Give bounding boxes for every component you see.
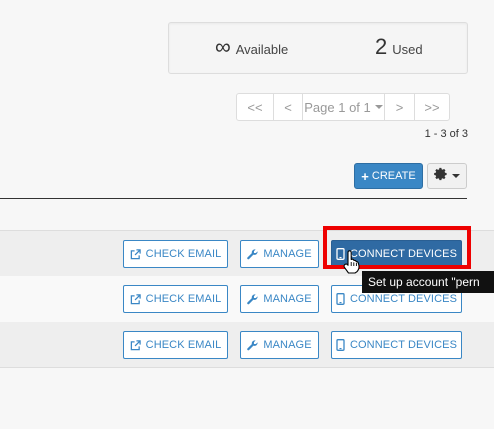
manage-label: MANAGE (263, 339, 312, 351)
create-button-label: CREATE (371, 170, 416, 182)
check-email-label: CHECK EMAIL (145, 248, 222, 260)
used-stat: 2 Used (375, 36, 423, 58)
manage-button[interactable]: MANAGE (240, 285, 319, 313)
page-select-label: Page 1 of 1 (304, 99, 371, 115)
wrench-icon (247, 339, 258, 351)
check-email-label: CHECK EMAIL (145, 293, 222, 305)
gear-icon (434, 167, 448, 186)
hand-cursor-icon (342, 250, 364, 274)
table-row: CHECK EMAIL MANAGE CONNECT DEVICES (0, 230, 494, 276)
page-select[interactable]: Page 1 of 1 (302, 93, 385, 121)
chevron-down-icon (452, 174, 460, 178)
connect-devices-label: CONNECT DEVICES (349, 293, 458, 305)
next-page-button[interactable]: > (384, 93, 415, 121)
table-row: CHECK EMAIL MANAGE CONNECT DEVICES (0, 322, 494, 368)
used-label: Used (392, 42, 423, 57)
wrench-icon (247, 248, 258, 260)
check-email-label: CHECK EMAIL (145, 339, 222, 351)
plus-icon: + (361, 168, 369, 184)
connect-devices-label: CONNECT DEVICES (349, 339, 458, 351)
settings-dropdown-button[interactable] (427, 163, 467, 189)
connect-devices-label: CONNECT DEVICES (349, 248, 458, 260)
tooltip: Set up account "pern (362, 271, 494, 293)
wrench-icon (247, 293, 258, 305)
mobile-icon (336, 293, 345, 305)
license-stats-panel: ∞ Available 2 Used (168, 22, 468, 74)
chevron-down-icon (374, 105, 383, 109)
available-stat: ∞ Available (215, 36, 288, 58)
external-link-icon (130, 248, 141, 260)
table-header-divider (0, 198, 467, 199)
last-page-button[interactable]: >> (414, 93, 450, 121)
connect-devices-button[interactable]: CONNECT DEVICES (331, 331, 462, 359)
manage-label: MANAGE (263, 248, 312, 260)
mobile-icon (336, 339, 345, 351)
available-label: Available (235, 42, 289, 57)
prev-page-button[interactable]: < (273, 93, 303, 121)
check-email-button[interactable]: CHECK EMAIL (123, 240, 228, 268)
manage-button[interactable]: MANAGE (240, 240, 319, 268)
used-value: 2 (375, 34, 388, 59)
available-value: ∞ (215, 34, 231, 59)
external-link-icon (130, 293, 141, 305)
manage-label: MANAGE (263, 293, 312, 305)
pagination: << < Page 1 of 1 > >> (236, 93, 450, 121)
check-email-button[interactable]: CHECK EMAIL (123, 285, 228, 313)
external-link-icon (130, 339, 141, 351)
manage-button[interactable]: MANAGE (240, 331, 319, 359)
first-page-button[interactable]: << (236, 93, 274, 121)
result-range: 1 - 3 of 3 (424, 128, 468, 140)
check-email-button[interactable]: CHECK EMAIL (123, 331, 228, 359)
create-button[interactable]: + CREATE (354, 163, 423, 189)
